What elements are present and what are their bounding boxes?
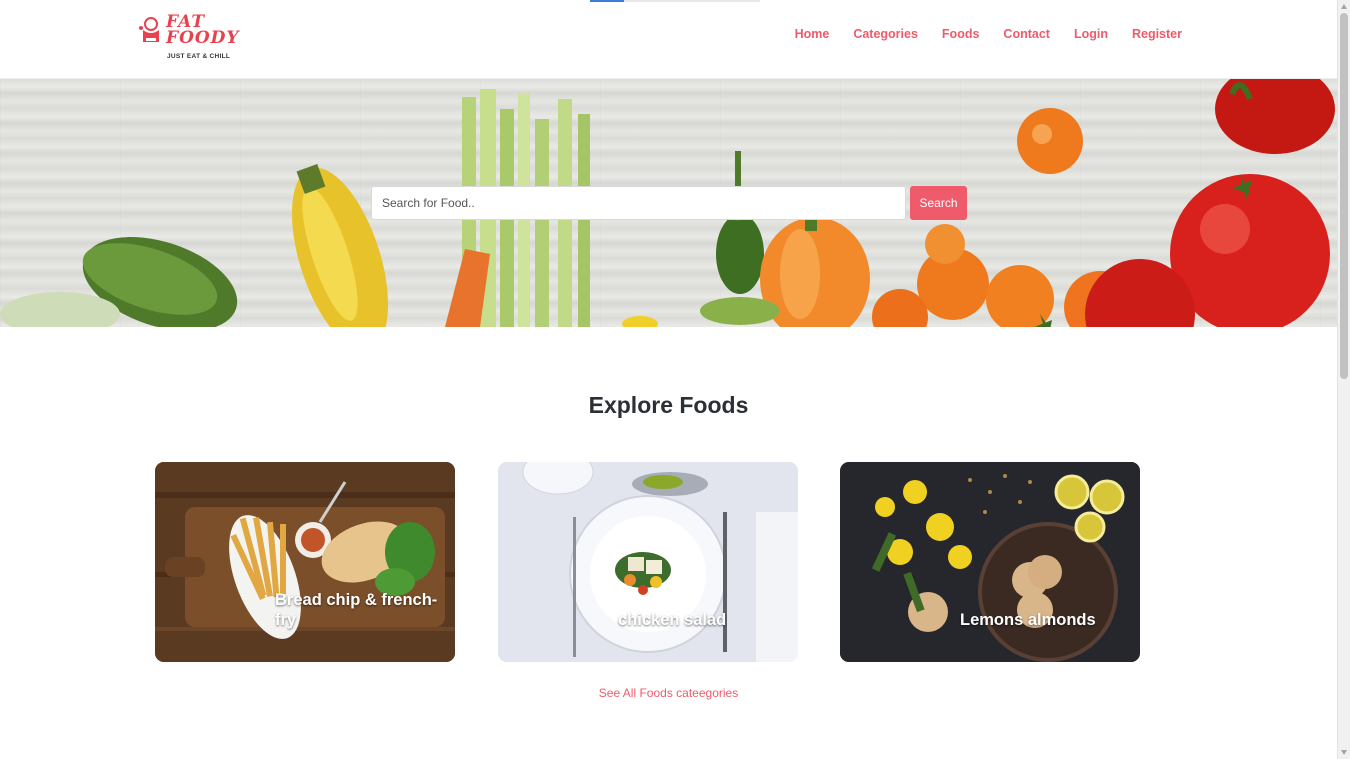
food-card-label: chicken salad — [618, 611, 727, 629]
scroll-up-arrow-icon[interactable] — [1341, 4, 1347, 9]
food-card-label: Bread chip & french-fry — [275, 591, 438, 629]
food-card-bread-chip[interactable]: Bread chip & french-fry — [155, 462, 455, 662]
nav-foods[interactable]: Foods — [930, 26, 992, 42]
scrollbar-thumb[interactable] — [1340, 13, 1348, 379]
lemons-almonds-food-image — [840, 462, 1140, 662]
site-header: FAT FOODY JUST EAT & CHILL Home Categori… — [0, 0, 1337, 79]
chef-logo-icon — [139, 17, 159, 42]
page-load-progress-bar — [590, 0, 760, 2]
explore-foods-title: Explore Foods — [588, 392, 749, 418]
bread-chip-food-image — [155, 462, 455, 662]
nav-register[interactable]: Register — [1120, 26, 1194, 42]
page: FAT FOODY JUST EAT & CHILL Home Categori… — [0, 0, 1337, 759]
brand-name-line2: FOODY — [166, 28, 240, 48]
hero-banner: Search — [0, 79, 1337, 327]
brand-tagline: JUST EAT & CHILL — [167, 53, 231, 60]
vertical-scrollbar[interactable] — [1337, 0, 1350, 759]
food-card-lemons-almonds[interactable]: Lemons almonds — [840, 462, 1140, 662]
food-search-input[interactable] — [371, 186, 906, 220]
scroll-down-arrow-icon[interactable] — [1341, 750, 1347, 755]
search-button[interactable]: Search — [910, 186, 967, 220]
nav-home[interactable]: Home — [783, 26, 842, 42]
page-load-progress-fill — [590, 0, 624, 2]
nav-contact[interactable]: Contact — [991, 26, 1062, 42]
food-card-chicken-salad[interactable]: chicken salad — [498, 462, 798, 662]
brand-logo[interactable]: FAT FOODY JUST EAT & CHILL — [138, 12, 239, 64]
main-nav: Home Categories Foods Contact Login Regi… — [783, 26, 1194, 42]
food-card-label: Lemons almonds — [960, 611, 1096, 629]
nav-login[interactable]: Login — [1062, 26, 1120, 42]
nav-categories[interactable]: Categories — [841, 26, 930, 42]
see-all-categories-link[interactable]: See All Foods cateegories — [0, 686, 1337, 700]
chicken-salad-food-image — [498, 462, 798, 662]
